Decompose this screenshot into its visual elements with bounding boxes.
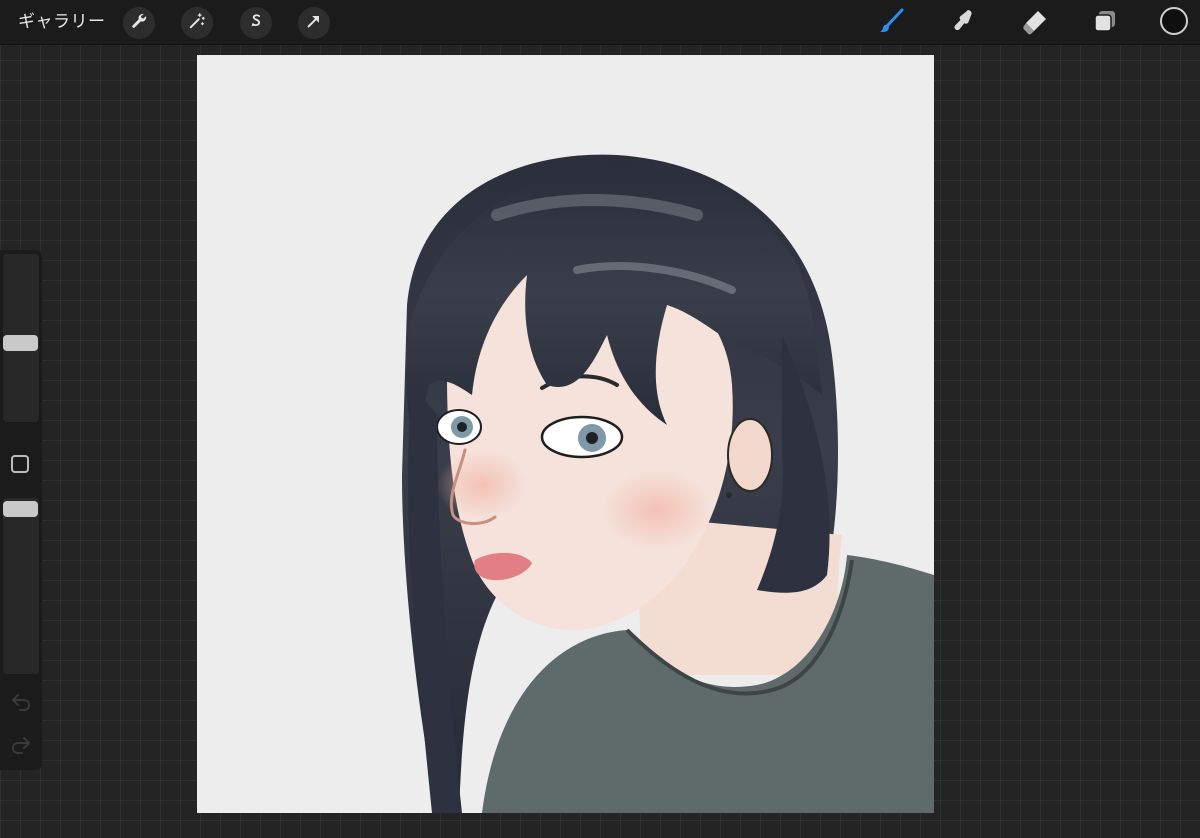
- drawing-canvas[interactable]: [197, 55, 934, 813]
- brush-opacity-slider[interactable]: [3, 498, 39, 674]
- brush-opacity-thumb[interactable]: [3, 501, 38, 518]
- modify-square-icon[interactable]: [11, 455, 29, 473]
- gallery-button[interactable]: ギャラリー: [18, 11, 106, 33]
- ear: [727, 418, 773, 492]
- undo-icon[interactable]: [10, 690, 32, 712]
- top-toolbar: ギャラリー: [0, 0, 1200, 45]
- selection-icon: [247, 12, 265, 34]
- move-arrow-icon: [305, 12, 323, 34]
- layers-icon: [1091, 7, 1119, 39]
- adjustments-button[interactable]: [181, 7, 213, 39]
- selection-button[interactable]: [240, 7, 272, 39]
- eraser-icon: [1021, 7, 1049, 39]
- magic-wand-icon: [188, 12, 206, 34]
- brush-tool-button[interactable]: [876, 7, 908, 39]
- smudge-icon: [950, 7, 978, 39]
- actions-button[interactable]: [123, 7, 155, 39]
- redo-icon[interactable]: [10, 733, 32, 755]
- smudge-tool-button[interactable]: [948, 7, 980, 39]
- color-picker-button[interactable]: [1160, 7, 1188, 35]
- eraser-tool-button[interactable]: [1019, 7, 1051, 39]
- brush-icon: [878, 7, 906, 39]
- wrench-icon: [130, 12, 148, 34]
- brush-size-slider[interactable]: [3, 254, 39, 422]
- layers-button[interactable]: [1089, 7, 1121, 39]
- portrait-illustration: [402, 154, 934, 813]
- brush-size-thumb[interactable]: [3, 334, 38, 351]
- left-sidebar: [0, 250, 42, 770]
- transform-button[interactable]: [298, 7, 330, 39]
